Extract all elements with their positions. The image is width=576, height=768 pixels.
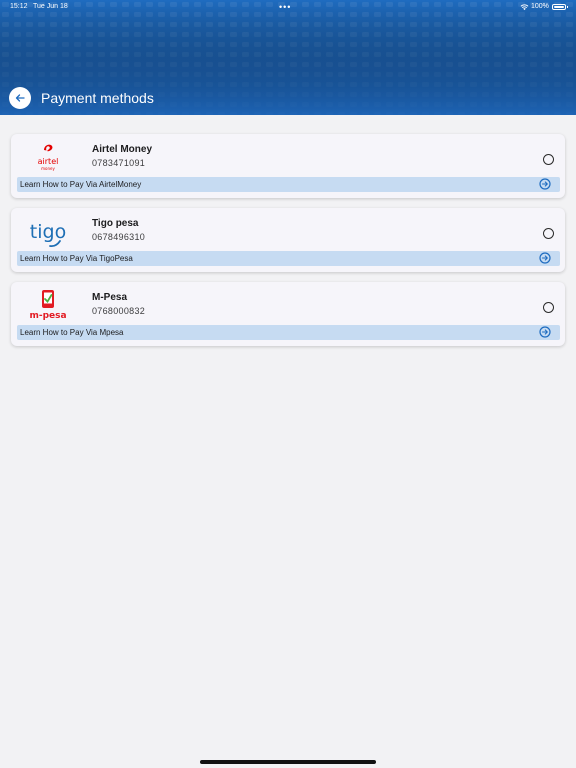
airtel-logo-subtext: money [41,166,55,171]
arrow-right-circle-icon [539,326,551,338]
airtel-logo: airtel money [38,144,59,171]
app-header: 15:12 Tue Jun 18 ••• 100% Payment method… [0,0,576,115]
battery-tip [567,6,568,8]
payment-method-phone: 0783471091 [92,158,146,168]
status-time: 15:12 [10,3,28,10]
arrow-left-icon [15,94,25,102]
tigo-logo: tigo [30,221,66,248]
learn-how-label: Learn How to Pay Via AirtelMoney [20,180,142,189]
multitasking-dots[interactable]: ••• [279,0,291,14]
radio-button-airtel[interactable] [543,154,554,165]
arrow-right-circle-icon [539,178,551,190]
battery-icon [552,4,566,10]
tigo-logo-text: tigo [30,221,66,243]
page-title: Payment methods [41,90,154,106]
home-indicator[interactable] [200,760,376,764]
arrow-right-circle-icon [539,252,551,264]
payment-method-card-tigo[interactable]: tigo Tigo pesa 0678496310 Learn How to P… [11,208,565,272]
learn-how-label: Learn How to Pay Via TigoPesa [20,254,133,263]
payment-method-name: Tigo pesa [92,218,139,229]
payment-method-phone: 0768000832 [92,306,146,316]
learn-how-to-pay-airtel[interactable]: Learn How to Pay Via AirtelMoney [17,177,560,192]
learn-how-label: Learn How to Pay Via Mpesa [20,328,124,337]
mpesa-logo: m-pesa [29,290,67,321]
airtel-logo-text: airtel [38,157,59,166]
payment-method-card-mpesa[interactable]: m-pesa M-Pesa 0768000832 Learn How to Pa… [11,282,565,346]
wifi-icon [520,4,529,11]
mpesa-logo-text: m-pesa [29,311,66,321]
battery-percentage: 100% [531,3,549,10]
payment-method-phone: 0678496310 [92,232,146,242]
radio-button-mpesa[interactable] [543,302,554,313]
status-bar: 15:12 Tue Jun 18 ••• 100% [0,0,576,14]
learn-how-to-pay-mpesa[interactable]: Learn How to Pay Via Mpesa [17,325,560,340]
payment-method-name: M-Pesa [92,292,128,303]
payment-method-name: Airtel Money [92,144,153,155]
radio-button-tigo[interactable] [543,228,554,239]
payment-method-card-airtel[interactable]: airtel money Airtel Money 0783471091 Lea… [11,134,565,198]
learn-how-to-pay-tigo[interactable]: Learn How to Pay Via TigoPesa [17,251,560,266]
back-button[interactable] [9,87,31,109]
status-date: Tue Jun 18 [33,3,68,10]
